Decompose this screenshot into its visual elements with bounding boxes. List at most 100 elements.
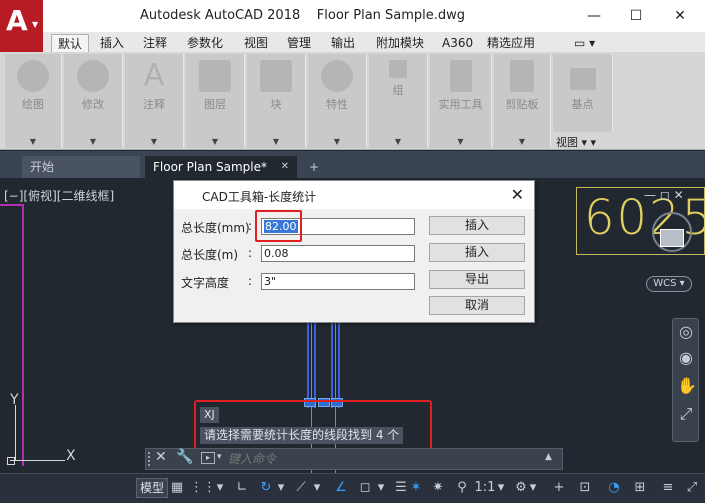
maximize-button[interactable]: ☐ (626, 6, 646, 26)
clean-screen-icon[interactable]: ⊞ (630, 478, 650, 498)
tab-a360[interactable]: A360 (436, 34, 479, 52)
highlight-annotation (255, 210, 302, 242)
selected-line[interactable] (331, 323, 333, 408)
wrench-icon[interactable]: 🔧 (176, 449, 193, 465)
tab-output[interactable]: 输出 (325, 34, 361, 52)
status-bar (0, 473, 705, 503)
text-height-field[interactable]: 3" (261, 273, 415, 290)
ribbon-group-clipboard[interactable]: 剪贴板 ▼ (494, 54, 551, 148)
total-length-m-field[interactable]: 0.08 (261, 245, 415, 262)
dialog-title: CAD工具箱-长度统计 (202, 190, 317, 204)
selected-line[interactable] (307, 323, 309, 408)
highlight-annotation (194, 400, 432, 451)
tab-view[interactable]: 视图 (238, 34, 274, 52)
ribbon-group-groups[interactable]: 组 ▼ (369, 54, 428, 148)
pan-hand-icon[interactable]: ✋ (677, 377, 697, 395)
new-tab-button[interactable]: + (304, 156, 324, 178)
grid-icon[interactable]: ▦ (168, 478, 186, 498)
fullscreen-icon[interactable]: ⤢ (682, 478, 702, 498)
dialog-close-button[interactable]: ✕ (511, 185, 524, 204)
command-prompt-icon[interactable]: ▸ (201, 452, 215, 464)
viewport-controls[interactable]: [−][俯视][二维线框] (4, 187, 114, 204)
chevron-down-icon: ▼ (32, 20, 39, 29)
isolate-objects-icon[interactable]: ⊡ (576, 478, 594, 498)
document-tab-bar: 开始 Floor Plan Sample* ✕ + (0, 151, 705, 178)
selected-line[interactable] (314, 323, 316, 408)
annotation-scale-icon[interactable]: ⚲ (452, 478, 472, 498)
selected-line[interactable] (338, 323, 340, 408)
ribbon-group-annotation[interactable]: A 注释 ▼ (125, 54, 184, 148)
model-space-tab[interactable]: 模型 (136, 478, 169, 498)
layers-icon (199, 60, 231, 92)
chevron-down-icon[interactable]: ▾ (312, 478, 322, 498)
folder-icon (569, 68, 596, 90)
isodraft-icon[interactable]: ⟋ (292, 478, 310, 498)
annotation-scale-value[interactable]: 1:1 (474, 478, 496, 498)
ribbon-group-utilities[interactable]: 实用工具 ▼ (430, 54, 492, 148)
tab-manage[interactable]: 管理 (281, 34, 317, 52)
ribbon-group-label: 图层 (204, 98, 226, 111)
steering-wheel-icon[interactable]: ◉ (677, 349, 695, 367)
object-snap-icon[interactable]: ◻ (356, 478, 374, 498)
steering-wheel-icon[interactable]: ◎ (677, 323, 695, 341)
tab-default[interactable]: 默认 (51, 34, 90, 52)
total-length-mm-label: 总长度(mm) (181, 221, 250, 235)
tab-floor-plan[interactable]: Floor Plan Sample* ✕ (145, 156, 297, 178)
tab-parametric[interactable]: 参数化 (181, 34, 229, 52)
chevron-down-icon: ▼ (89, 137, 97, 146)
viewport-window-controls[interactable]: — ◻ ✕ (644, 188, 684, 202)
polar-tracking-icon[interactable]: ↻ (257, 478, 275, 498)
object-snap-tracking-icon[interactable]: ∠ (332, 478, 350, 498)
auto-scale-icon[interactable]: ✷ (428, 478, 448, 498)
tab-insert[interactable]: 插入 (94, 34, 130, 52)
customization-icon[interactable]: ≡ (658, 478, 678, 498)
chevron-down-icon[interactable]: ▾ (496, 478, 506, 498)
command-input[interactable] (228, 450, 548, 468)
chevron-down-icon[interactable]: ▾ (217, 452, 222, 462)
ribbon-tab-bar: 默认 插入 注释 参数化 视图 管理 输出 附加模块 A360 精选应用 ▭ ▾ (43, 32, 705, 52)
tab-start[interactable]: 开始 (22, 156, 140, 178)
colon-label: : (248, 219, 253, 233)
block-icon (260, 60, 292, 92)
tab-annotate[interactable]: 注释 (137, 34, 173, 52)
app-menu-button[interactable]: A ▼ (0, 0, 43, 60)
tab-featured-apps[interactable]: 精选应用 (481, 34, 541, 52)
ribbon-group-draw[interactable]: 绘图 ▼ (5, 54, 62, 148)
insert-m-button[interactable]: 插入 (429, 243, 525, 262)
ribbon-options-icon[interactable]: ▭ ▾ (568, 34, 601, 52)
drag-handle[interactable] (148, 452, 152, 466)
ribbon-group-properties[interactable]: 特性 ▼ (308, 54, 367, 148)
close-button[interactable]: ✕ (670, 6, 690, 26)
zoom-extents-icon[interactable]: ⤢ (677, 405, 695, 423)
export-button[interactable]: 导出 (429, 270, 525, 289)
total-length-m-label: 总长度(m) (181, 248, 239, 262)
chevron-up-icon[interactable]: ▲ (545, 452, 552, 462)
chevron-down-icon[interactable]: ▾ (528, 478, 538, 498)
minimize-button[interactable]: — (584, 6, 604, 26)
ortho-icon[interactable]: ∟ (233, 478, 251, 498)
insert-mm-button[interactable]: 插入 (429, 216, 525, 235)
ribbon-group-base[interactable]: 基点 (553, 54, 613, 132)
hardware-acceleration-icon[interactable]: ◔ (604, 478, 624, 498)
chevron-down-icon[interactable]: ▾ (376, 478, 386, 498)
close-tab-icon[interactable]: ✕ (281, 156, 289, 178)
title-bar: Autodesk AutoCAD 2018 Floor Plan Sample.… (0, 0, 705, 32)
chevron-down-icon[interactable]: ▾ (276, 478, 286, 498)
close-command-line-icon[interactable]: ✕ (155, 449, 167, 465)
snap-icon[interactable]: ⋮⋮ (190, 478, 216, 498)
quick-access-toolbar[interactable] (52, 8, 112, 24)
chevron-down-icon: ▼ (518, 137, 526, 146)
ribbon-group-modify[interactable]: 修改 ▼ (64, 54, 123, 148)
ribbon-group-label: 剪贴板 (505, 98, 539, 111)
viewcube-icon[interactable] (660, 229, 684, 247)
view-panel-label[interactable]: 视图 ▾ ▾ (556, 134, 596, 150)
cancel-button[interactable]: 取消 (429, 296, 525, 315)
tab-addins[interactable]: 附加模块 (370, 34, 430, 52)
ribbon-group-block[interactable]: 块 ▼ (247, 54, 306, 148)
drawing-line (22, 204, 24, 466)
plus-icon[interactable]: + (550, 478, 568, 498)
wcs-menu[interactable]: WCS ▾ (646, 276, 692, 292)
annotation-visibility-icon[interactable]: ✶ (406, 478, 426, 498)
chevron-down-icon[interactable]: ▾ (214, 478, 226, 498)
ribbon-group-layers[interactable]: 图层 ▼ (186, 54, 245, 148)
